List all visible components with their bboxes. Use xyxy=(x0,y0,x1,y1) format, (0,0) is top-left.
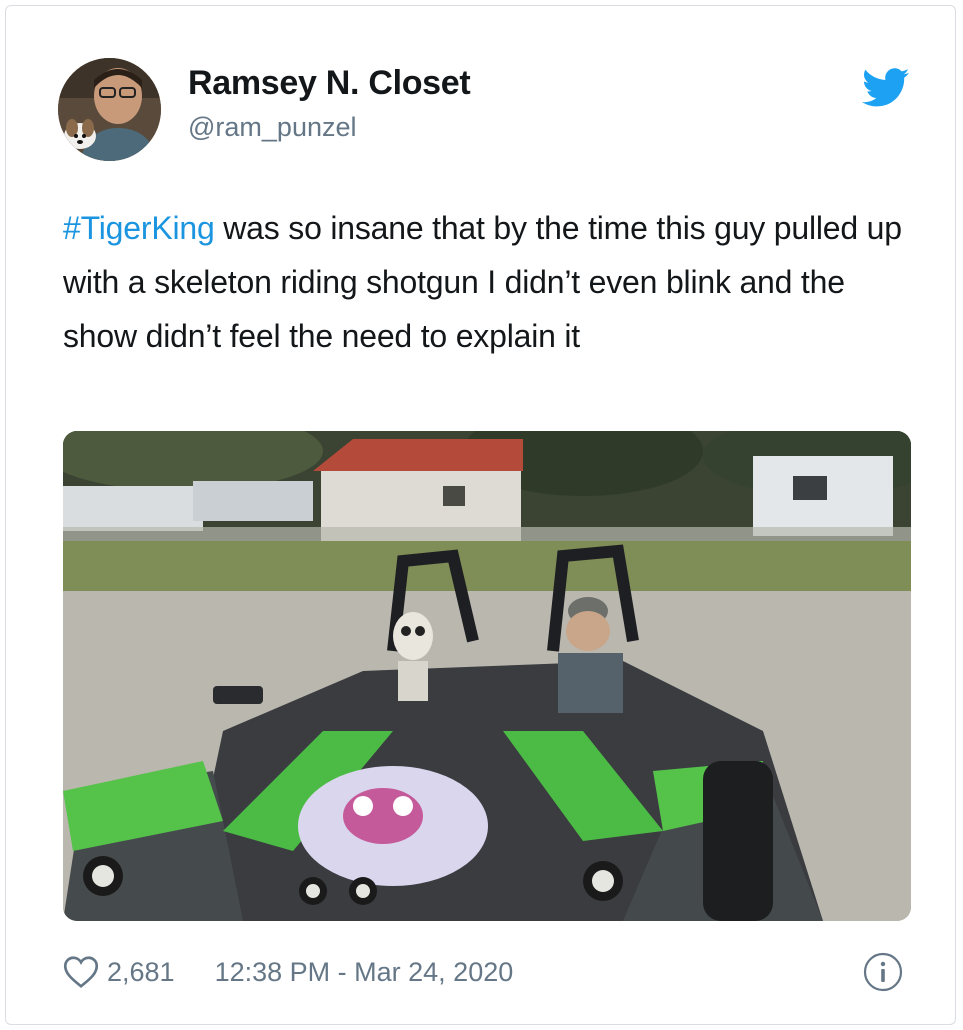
info-icon[interactable] xyxy=(862,951,904,993)
timestamp[interactable]: 12:38 PM - Mar 24, 2020 xyxy=(215,957,514,988)
tweet-photo-image xyxy=(63,431,911,921)
tweet-card: Ramsey N. Closet @ram_punzel #TigerKing … xyxy=(5,5,956,1025)
heart-icon[interactable] xyxy=(63,955,99,989)
tweet-photo[interactable] xyxy=(63,431,911,921)
like-count[interactable]: 2,681 xyxy=(107,957,175,988)
hashtag-link[interactable]: #TigerKing xyxy=(63,210,215,246)
author-handle[interactable]: @ram_punzel xyxy=(188,112,357,143)
avatar-image xyxy=(58,58,161,161)
avatar[interactable] xyxy=(58,58,161,161)
tweet-text: #TigerKing was so insane that by the tim… xyxy=(63,201,913,363)
tweet-footer: 2,681 12:38 PM - Mar 24, 2020 xyxy=(63,948,513,996)
author-name[interactable]: Ramsey N. Closet xyxy=(188,64,471,103)
twitter-bird-icon[interactable] xyxy=(862,68,910,108)
